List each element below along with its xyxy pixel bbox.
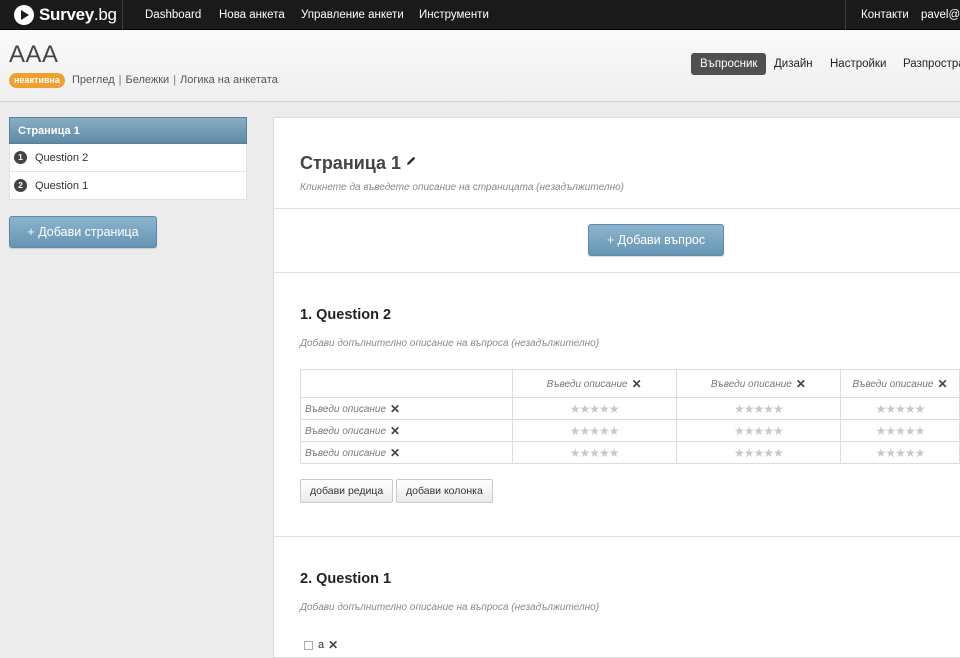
tab-settings[interactable]: Настройки — [830, 53, 886, 75]
question-title[interactable]: 2. Question 1 — [300, 571, 391, 587]
question-description[interactable]: Добави допълнително описание на въпроса … — [300, 602, 599, 613]
logo-name: Survey — [39, 5, 94, 24]
nav-contacts[interactable]: Контакти — [861, 0, 909, 30]
page-sidebar: Страница 1 1 Question 2 2 Question 1 — [9, 117, 247, 200]
matrix-cell: ★★★★★ — [511, 441, 677, 464]
divider — [274, 208, 960, 209]
play-logo-icon — [14, 5, 34, 25]
nav-tools[interactable]: Инструменти — [419, 0, 489, 30]
nav-manage-surveys[interactable]: Управление анкети — [301, 0, 404, 30]
matrix-cell: ★★★★★ — [675, 441, 842, 464]
add-question-button[interactable]: + Добави въпрос — [588, 224, 724, 256]
question-description[interactable]: Добави допълнително описание на въпроса … — [300, 338, 599, 349]
matrix-cell: ★★★★★ — [675, 419, 842, 442]
survey-header: AAA неактивна Преглед | Бележки | Логика на … — [0, 30, 960, 102]
top-navbar: Survey.bg Dashboard Нова анкета Управлен… — [0, 0, 960, 30]
remove-row-icon[interactable]: ✕ — [390, 446, 400, 460]
nav-new-survey[interactable]: Нова анкета — [219, 0, 285, 30]
matrix-column-header[interactable]: Въведи описание ✕ — [511, 369, 677, 398]
star-rating-icon: ★★★★★ — [875, 401, 926, 416]
remove-column-icon[interactable]: ✕ — [937, 377, 947, 391]
questionnaire-editor: Страница 1 Кликнете да въведете описание… — [273, 117, 960, 658]
tab-questionnaire[interactable]: Въпросник — [691, 53, 767, 75]
matrix-cell: ★★★★★ — [511, 397, 677, 420]
link-notes[interactable]: Бележки — [125, 74, 169, 86]
row-label[interactable]: Въведи описание — [305, 426, 386, 437]
star-rating-icon: ★★★★★ — [733, 423, 784, 438]
star-rating-icon: ★★★★★ — [875, 423, 926, 438]
sidebar-question-label: Question 1 — [35, 179, 89, 192]
nav-user-menu[interactable]: pavel@c — [921, 0, 960, 30]
row-label[interactable]: Въведи описание — [305, 404, 386, 415]
matrix-column-header[interactable]: Въведи описание ✕ — [840, 369, 960, 398]
nav-dashboard[interactable]: Dashboard — [145, 0, 201, 30]
remove-column-icon[interactable]: ✕ — [632, 377, 642, 391]
page-description[interactable]: Кликнете да въведете описание на страниц… — [300, 182, 624, 193]
divider — [274, 536, 960, 537]
logo[interactable]: Survey.bg — [14, 4, 117, 26]
rating-matrix: Въведи описание ✕ Въведи описание ✕ Въведи… — [300, 369, 960, 464]
star-rating-icon: ★★★★★ — [875, 445, 926, 460]
page-title[interactable]: Страница 1 — [300, 153, 401, 174]
matrix-cell: ★★★★★ — [675, 397, 842, 420]
question-title[interactable]: 1. Question 2 — [300, 307, 391, 323]
question-number-badge: 1 — [14, 151, 27, 164]
add-page-button[interactable]: + Добави страница — [9, 216, 157, 248]
link-separator: | — [173, 74, 177, 86]
remove-row-icon[interactable]: ✕ — [390, 424, 400, 438]
link-separator: | — [118, 74, 122, 86]
remove-row-icon[interactable]: ✕ — [390, 402, 400, 416]
add-row-button[interactable]: добави редица — [300, 479, 394, 503]
star-rating-icon: ★★★★★ — [569, 423, 620, 438]
option-label[interactable]: a — [318, 639, 324, 651]
column-label[interactable]: Въведи описание — [852, 379, 933, 390]
remove-option-icon[interactable]: ✕ — [328, 638, 338, 652]
question-number-badge: 2 — [14, 179, 27, 192]
sidebar-question-label: Question 2 — [35, 151, 89, 164]
tab-design[interactable]: Дизайн — [774, 53, 813, 75]
checkbox-option: a ✕ — [304, 638, 338, 652]
column-label[interactable]: Въведи описание — [547, 379, 628, 390]
matrix-cell: ★★★★★ — [840, 397, 960, 420]
sidebar-question-item[interactable]: 2 Question 1 — [9, 172, 247, 200]
nav-divider — [122, 0, 123, 30]
tab-distribution[interactable]: Разпростра — [903, 53, 960, 75]
logo-tld: .bg — [93, 5, 117, 24]
matrix-cell: ★★★★★ — [840, 419, 960, 442]
column-label[interactable]: Въведи описание — [711, 379, 792, 390]
star-rating-icon: ★★★★★ — [733, 401, 784, 416]
matrix-row-header[interactable]: Въведи описание ✕ — [300, 397, 513, 420]
matrix-cell: ★★★★★ — [840, 441, 960, 464]
pencil-icon[interactable] — [405, 155, 417, 167]
matrix-corner-cell — [300, 369, 513, 398]
link-preview[interactable]: Преглед — [72, 74, 115, 86]
row-label[interactable]: Въведи описание — [305, 448, 386, 459]
star-rating-icon: ★★★★★ — [733, 445, 784, 460]
matrix-row-header[interactable]: Въведи описание ✕ — [300, 441, 513, 464]
status-badge: неактивна — [9, 73, 65, 88]
sidebar-page-header[interactable]: Страница 1 — [9, 117, 247, 144]
link-survey-logic[interactable]: Логика на анкетата — [180, 74, 278, 86]
nav-divider — [845, 0, 846, 30]
option-checkbox[interactable] — [304, 640, 313, 650]
star-rating-icon: ★★★★★ — [569, 445, 620, 460]
divider — [274, 272, 960, 273]
sidebar-question-item[interactable]: 1 Question 2 — [9, 144, 247, 172]
remove-column-icon[interactable]: ✕ — [796, 377, 806, 391]
survey-sublinks: Преглед | Бележки | Логика на анкетата — [72, 74, 278, 86]
star-rating-icon: ★★★★★ — [569, 401, 620, 416]
add-column-button[interactable]: добави колонка — [396, 479, 493, 503]
matrix-cell: ★★★★★ — [511, 419, 677, 442]
survey-title: AAA — [9, 41, 59, 68]
matrix-column-header[interactable]: Въведи описание ✕ — [675, 369, 842, 398]
matrix-row-header[interactable]: Въведи описание ✕ — [300, 419, 513, 442]
